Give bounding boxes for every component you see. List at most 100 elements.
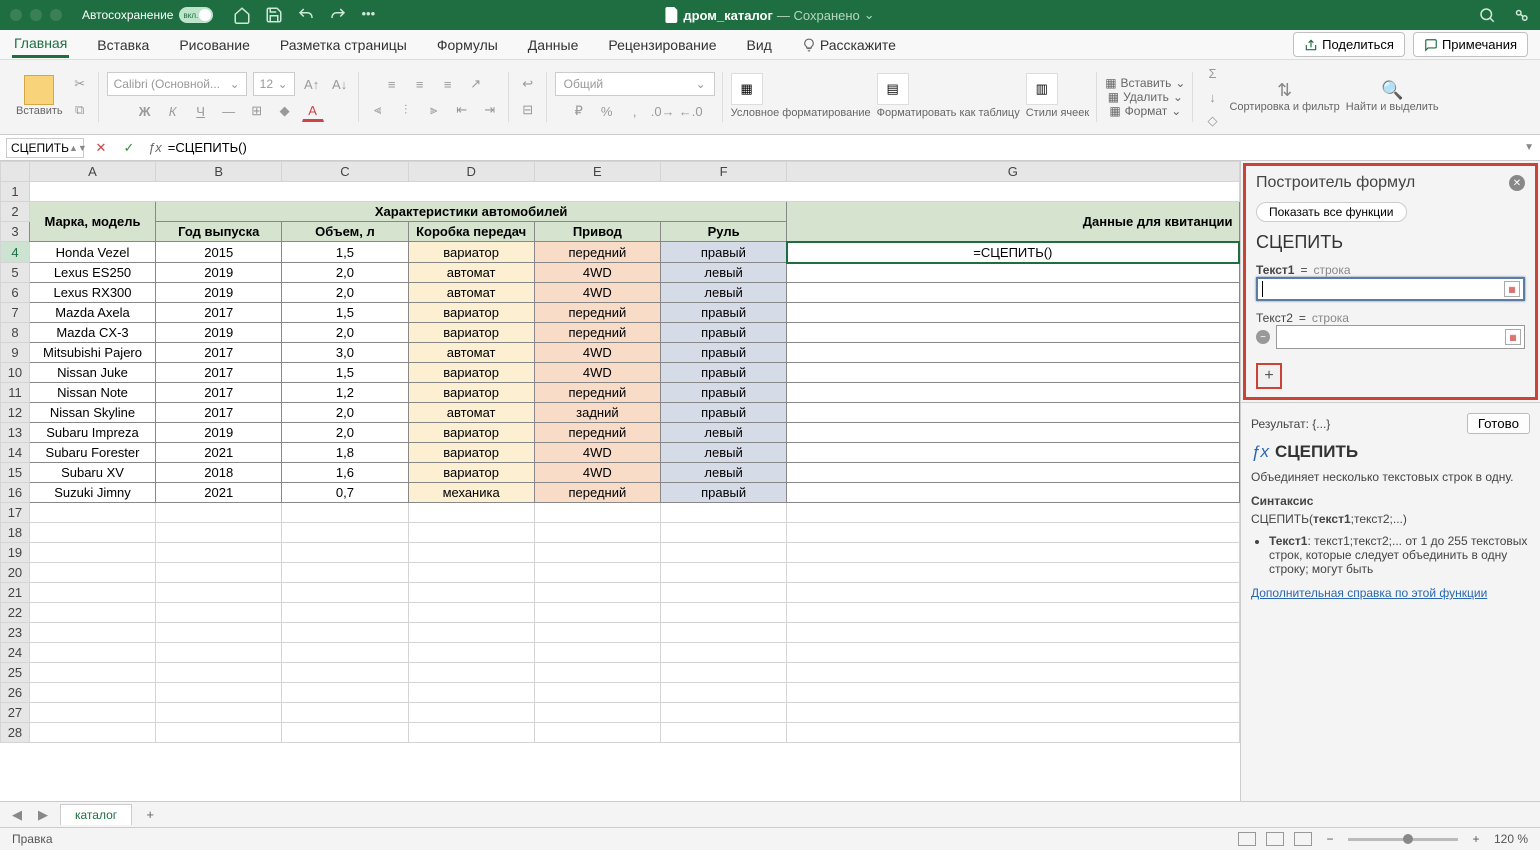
sheet-tab[interactable]: каталог bbox=[60, 804, 132, 825]
tell-me[interactable]: Расскажите bbox=[800, 33, 898, 57]
cell[interactable]: 2017 bbox=[156, 363, 282, 383]
row-header[interactable]: 11 bbox=[1, 383, 30, 403]
share-icon[interactable] bbox=[1512, 6, 1530, 24]
zoom-slider[interactable] bbox=[1348, 838, 1458, 841]
row-header[interactable]: 22 bbox=[1, 603, 30, 623]
grow-font-icon[interactable]: A↑ bbox=[301, 73, 323, 95]
cell[interactable] bbox=[787, 383, 1239, 403]
align-right-icon[interactable]: ⫸ bbox=[423, 99, 445, 121]
search-icon[interactable] bbox=[1478, 6, 1496, 24]
cell[interactable]: 2015 bbox=[156, 242, 282, 263]
delete-cells-button[interactable]: ▦ Удалить ⌄ bbox=[1108, 90, 1183, 104]
cell[interactable]: 1,6 bbox=[282, 463, 408, 483]
row-header[interactable]: 21 bbox=[1, 583, 30, 603]
cell[interactable]: автомат bbox=[408, 403, 534, 423]
comma-icon[interactable]: , bbox=[624, 100, 646, 122]
cell[interactable]: 2019 bbox=[156, 423, 282, 443]
cell[interactable]: правый bbox=[660, 483, 786, 503]
add-sheet-button[interactable]: + bbox=[140, 805, 160, 825]
shrink-font-icon[interactable]: A↓ bbox=[329, 73, 351, 95]
row-header[interactable]: 26 bbox=[1, 683, 30, 703]
header-cell[interactable]: Привод bbox=[534, 222, 660, 242]
cell[interactable]: Mitsubishi Pajero bbox=[29, 343, 155, 363]
align-middle-icon[interactable]: ≡ bbox=[409, 73, 431, 95]
accept-formula-button[interactable]: ✓ bbox=[118, 138, 140, 158]
minimize-window-icon[interactable] bbox=[30, 9, 42, 21]
cell[interactable]: передний bbox=[534, 303, 660, 323]
row-header[interactable]: 15 bbox=[1, 463, 30, 483]
expand-formula-icon[interactable]: ▼ bbox=[1524, 142, 1534, 153]
number-format-select[interactable]: Общий⌄ bbox=[555, 72, 715, 96]
cell[interactable]: Suzuki Jimny bbox=[29, 483, 155, 503]
col-header[interactable]: C bbox=[282, 162, 408, 182]
format-as-table-button[interactable]: ▤ Форматировать как таблицу bbox=[877, 73, 1020, 120]
cell[interactable]: 4WD bbox=[534, 443, 660, 463]
row-header[interactable]: 19 bbox=[1, 543, 30, 563]
decrease-decimal-icon[interactable]: ←.0 bbox=[680, 100, 702, 122]
help-link[interactable]: Дополнительная справка по этой функции bbox=[1251, 586, 1530, 600]
cell[interactable]: вариатор bbox=[408, 423, 534, 443]
align-center-icon[interactable]: ⫶ bbox=[395, 99, 417, 121]
cell[interactable]: 2021 bbox=[156, 483, 282, 503]
select-all-corner[interactable] bbox=[1, 162, 30, 182]
row-header[interactable]: 1 bbox=[1, 182, 30, 202]
cell[interactable]: правый bbox=[660, 363, 786, 383]
col-header[interactable]: B bbox=[156, 162, 282, 182]
header-cell[interactable]: Данные для квитанции bbox=[787, 202, 1239, 242]
row-header[interactable]: 18 bbox=[1, 523, 30, 543]
cell[interactable]: правый bbox=[660, 303, 786, 323]
cell[interactable]: левый bbox=[660, 283, 786, 303]
row-header[interactable]: 13 bbox=[1, 423, 30, 443]
cell[interactable]: 2019 bbox=[156, 323, 282, 343]
cell[interactable]: Subaru XV bbox=[29, 463, 155, 483]
row-header[interactable]: 7 bbox=[1, 303, 30, 323]
indent-increase-icon[interactable]: ⇥ bbox=[479, 99, 501, 121]
cell[interactable] bbox=[787, 483, 1239, 503]
row-header[interactable]: 17 bbox=[1, 503, 30, 523]
cell[interactable]: правый bbox=[660, 323, 786, 343]
cell[interactable]: левый bbox=[660, 463, 786, 483]
window-controls[interactable] bbox=[10, 9, 62, 21]
copy-icon[interactable]: ⧉ bbox=[69, 99, 91, 121]
cell[interactable]: 1,5 bbox=[282, 242, 408, 263]
header-cell[interactable]: Марка, модель bbox=[29, 202, 155, 242]
font-color-icon[interactable]: А bbox=[302, 100, 324, 122]
cell[interactable]: задний bbox=[534, 403, 660, 423]
col-header[interactable]: A bbox=[29, 162, 155, 182]
tab-layout[interactable]: Разметка страницы bbox=[278, 33, 409, 57]
cell[interactable]: 2017 bbox=[156, 303, 282, 323]
row-header[interactable]: 16 bbox=[1, 483, 30, 503]
formula-input[interactable]: =СЦЕПИТЬ() bbox=[168, 140, 1524, 155]
cell[interactable]: 4WD bbox=[534, 463, 660, 483]
font-size-select[interactable]: 12⌄ bbox=[253, 72, 295, 96]
row-header[interactable]: 25 bbox=[1, 663, 30, 683]
cell[interactable]: вариатор bbox=[408, 323, 534, 343]
cell[interactable] bbox=[787, 423, 1239, 443]
wrap-text-icon[interactable]: ↩ bbox=[517, 73, 539, 95]
cell[interactable]: Nissan Juke bbox=[29, 363, 155, 383]
sort-filter-button[interactable]: ⇅ Сортировка и фильтр bbox=[1229, 80, 1339, 114]
conditional-formatting-button[interactable]: ▦ Условное форматирование bbox=[731, 73, 871, 120]
currency-icon[interactable]: ₽ bbox=[568, 100, 590, 122]
cut-icon[interactable]: ✂ bbox=[69, 73, 91, 95]
cell[interactable]: механика bbox=[408, 483, 534, 503]
active-cell[interactable]: =СЦЕПИТЬ() bbox=[787, 242, 1239, 263]
tab-insert[interactable]: Вставка bbox=[95, 33, 151, 57]
remove-arg-button[interactable]: − bbox=[1256, 330, 1270, 344]
range-select-icon[interactable]: ▦ bbox=[1504, 281, 1520, 297]
cell[interactable] bbox=[787, 343, 1239, 363]
maximize-window-icon[interactable] bbox=[50, 9, 62, 21]
cell[interactable]: Nissan Skyline bbox=[29, 403, 155, 423]
cell[interactable]: 3,0 bbox=[282, 343, 408, 363]
paste-button[interactable]: Вставить bbox=[16, 75, 63, 118]
cell[interactable]: 2,0 bbox=[282, 423, 408, 443]
zoom-in-button[interactable]: + bbox=[1468, 831, 1484, 847]
cell[interactable]: Nissan Note bbox=[29, 383, 155, 403]
cell[interactable]: 2018 bbox=[156, 463, 282, 483]
cell[interactable]: 1,2 bbox=[282, 383, 408, 403]
cell[interactable]: Subaru Impreza bbox=[29, 423, 155, 443]
cell[interactable]: передний bbox=[534, 242, 660, 263]
normal-view-button[interactable] bbox=[1238, 832, 1256, 846]
header-cell[interactable]: Коробка передач bbox=[408, 222, 534, 242]
cell[interactable]: автомат bbox=[408, 283, 534, 303]
